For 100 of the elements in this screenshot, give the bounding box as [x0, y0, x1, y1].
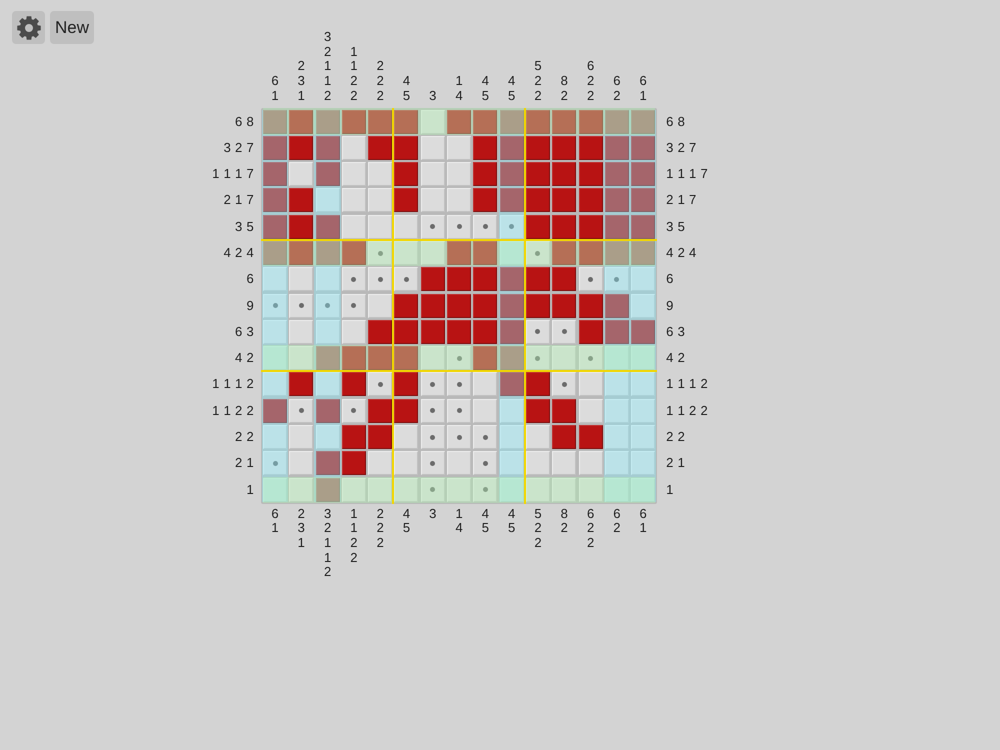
grid-cell[interactable]: [420, 110, 445, 134]
grid-cell[interactable]: [368, 110, 392, 134]
grid-cell[interactable]: [526, 451, 550, 476]
grid-cell[interactable]: [604, 294, 629, 318]
grid-cell[interactable]: [420, 214, 445, 239]
grid-cell[interactable]: [552, 162, 576, 186]
grid-cell[interactable]: [552, 346, 576, 370]
grid-cell[interactable]: [394, 294, 418, 318]
grid-cell[interactable]: [263, 478, 287, 502]
grid-cell[interactable]: [394, 241, 418, 265]
grid-cell[interactable]: [394, 478, 418, 502]
grid-cell[interactable]: [342, 478, 366, 502]
grid-cell[interactable]: [473, 346, 498, 370]
grid-cell[interactable]: [526, 478, 550, 502]
grid-cell[interactable]: [420, 478, 445, 502]
grid-cell[interactable]: [526, 110, 550, 134]
grid-cell[interactable]: [342, 136, 366, 160]
grid-cell[interactable]: [368, 188, 392, 212]
grid-cell[interactable]: [368, 214, 392, 239]
grid-cell[interactable]: [526, 188, 550, 212]
grid-cell[interactable]: [420, 398, 445, 423]
grid-cell[interactable]: [342, 162, 366, 186]
grid-cell[interactable]: [263, 346, 287, 370]
grid-cell[interactable]: [578, 136, 603, 160]
grid-cell[interactable]: [500, 478, 524, 502]
grid-cell[interactable]: [420, 188, 445, 212]
grid-cell[interactable]: [316, 294, 340, 318]
grid-cell[interactable]: [289, 214, 314, 239]
grid-cell[interactable]: [631, 294, 656, 318]
grid-cell[interactable]: [604, 346, 629, 370]
grid-cell[interactable]: [316, 162, 340, 186]
grid-cell[interactable]: [316, 372, 340, 396]
grid-cell[interactable]: [368, 425, 392, 450]
grid-cell[interactable]: [604, 162, 629, 186]
grid-cell[interactable]: [316, 136, 340, 160]
grid-cell[interactable]: [526, 294, 550, 318]
grid-cell[interactable]: [631, 214, 656, 239]
grid-cell[interactable]: [526, 320, 550, 344]
grid-cell[interactable]: [500, 320, 524, 344]
grid-cell[interactable]: [289, 398, 314, 423]
grid-cell[interactable]: [447, 241, 472, 265]
grid-cell[interactable]: [473, 162, 498, 186]
grid-cell[interactable]: [473, 372, 498, 396]
grid-cell[interactable]: [604, 372, 629, 396]
grid-cell[interactable]: [526, 214, 550, 239]
grid-cell[interactable]: [552, 372, 576, 396]
grid-cell[interactable]: [394, 346, 418, 370]
grid-cell[interactable]: [263, 267, 287, 292]
grid-cell[interactable]: [500, 294, 524, 318]
grid-cell[interactable]: [578, 346, 603, 370]
grid-cell[interactable]: [289, 110, 314, 134]
grid-cell[interactable]: [263, 214, 287, 239]
grid-cell[interactable]: [473, 267, 498, 292]
grid-cell[interactable]: [394, 425, 418, 450]
grid-cell[interactable]: [500, 188, 524, 212]
grid-cell[interactable]: [316, 188, 340, 212]
grid-cell[interactable]: [420, 162, 445, 186]
grid-cell[interactable]: [552, 110, 576, 134]
grid-cell[interactable]: [316, 241, 340, 265]
grid-cell[interactable]: [342, 346, 366, 370]
grid-cell[interactable]: [420, 451, 445, 476]
grid-cell[interactable]: [394, 267, 418, 292]
grid-cell[interactable]: [394, 320, 418, 344]
grid-cell[interactable]: [631, 425, 656, 450]
grid-cell[interactable]: [604, 110, 629, 134]
grid-cell[interactable]: [368, 136, 392, 160]
grid-cell[interactable]: [578, 110, 603, 134]
grid-cell[interactable]: [500, 425, 524, 450]
grid-cell[interactable]: [604, 320, 629, 344]
grid-cell[interactable]: [394, 398, 418, 423]
grid-cell[interactable]: [552, 398, 576, 423]
grid-cell[interactable]: [263, 372, 287, 396]
grid-cell[interactable]: [420, 320, 445, 344]
grid-cell[interactable]: [368, 398, 392, 423]
grid-cell[interactable]: [289, 136, 314, 160]
grid-cell[interactable]: [289, 346, 314, 370]
grid-cell[interactable]: [552, 241, 576, 265]
grid-cell[interactable]: [552, 214, 576, 239]
grid-cell[interactable]: [289, 478, 314, 502]
grid-cell[interactable]: [368, 346, 392, 370]
grid-cell[interactable]: [394, 136, 418, 160]
grid-cell[interactable]: [342, 110, 366, 134]
grid-cell[interactable]: [552, 188, 576, 212]
grid-cell[interactable]: [604, 267, 629, 292]
grid-cell[interactable]: [420, 294, 445, 318]
grid-cell[interactable]: [552, 136, 576, 160]
grid-cell[interactable]: [420, 346, 445, 370]
grid-cell[interactable]: [631, 110, 656, 134]
grid-cell[interactable]: [552, 294, 576, 318]
grid-cell[interactable]: [500, 372, 524, 396]
grid-cell[interactable]: [394, 214, 418, 239]
grid-cell[interactable]: [342, 241, 366, 265]
grid-cell[interactable]: [316, 398, 340, 423]
grid-cell[interactable]: [578, 214, 603, 239]
grid-cell[interactable]: [368, 320, 392, 344]
grid-cell[interactable]: [447, 214, 472, 239]
grid-cell[interactable]: [631, 346, 656, 370]
grid-cell[interactable]: [578, 188, 603, 212]
grid-cell[interactable]: [526, 162, 550, 186]
grid-cell[interactable]: [342, 188, 366, 212]
